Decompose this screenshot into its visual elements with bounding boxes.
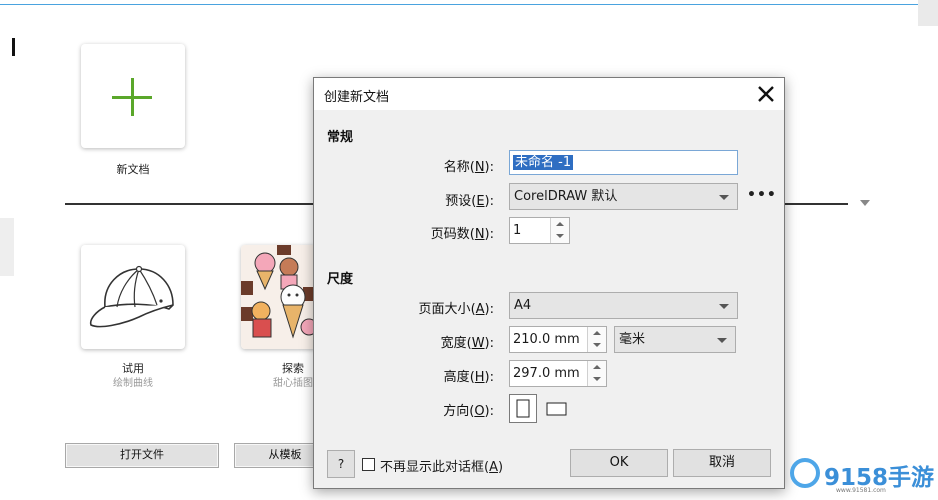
arrow-up-icon bbox=[593, 331, 601, 335]
pages-stepper[interactable]: 1 bbox=[509, 217, 570, 244]
chevron-down-icon bbox=[719, 304, 729, 309]
unit-dropdown[interactable]: 毫米 bbox=[614, 326, 736, 353]
preset-label: 预设(E): bbox=[445, 194, 494, 209]
dialog-body: 常规 名称(N): 未命名 -1 预设(E): CorelDRAW 默认 •••… bbox=[314, 110, 784, 488]
template-tile-trial[interactable] bbox=[81, 245, 185, 349]
name-value: 未命名 -1 bbox=[513, 155, 574, 170]
dont-show-checkbox[interactable] bbox=[362, 458, 375, 471]
chevron-down-icon bbox=[719, 195, 729, 200]
portrait-icon bbox=[516, 399, 530, 418]
dialog-titlebar: 创建新文档 bbox=[314, 78, 784, 110]
arrow-down-icon bbox=[593, 377, 601, 381]
arrow-up-icon bbox=[556, 222, 564, 226]
arrow-up-icon bbox=[593, 365, 601, 369]
dialog-title: 创建新文档 bbox=[324, 90, 390, 105]
help-button[interactable]: ? bbox=[327, 450, 355, 478]
name-input[interactable]: 未命名 -1 bbox=[509, 150, 738, 175]
text-cursor-mark bbox=[12, 38, 15, 56]
template-subtitle-trial: 绘制曲线 bbox=[113, 378, 153, 389]
section-divider-right bbox=[784, 203, 848, 205]
left-panel-strip bbox=[0, 218, 14, 276]
pages-spin-buttons[interactable] bbox=[550, 218, 569, 243]
landscape-icon bbox=[546, 402, 567, 416]
ice-cream-illustration-icon bbox=[241, 245, 317, 349]
height-spin-buttons[interactable] bbox=[587, 361, 606, 386]
open-file-button[interactable]: 打开文件 bbox=[65, 443, 219, 468]
top-accent-line bbox=[0, 4, 938, 5]
name-label: 名称(N): bbox=[443, 160, 494, 175]
dont-show-label[interactable]: 不再显示此对话框(A) bbox=[380, 456, 503, 475]
orientation-label: 方向(O): bbox=[443, 404, 494, 419]
page-size-dropdown[interactable]: A4 bbox=[509, 292, 738, 319]
portrait-button[interactable] bbox=[509, 394, 537, 423]
general-section-heading: 常规 bbox=[327, 130, 354, 145]
section-divider bbox=[65, 203, 315, 205]
dimension-section-heading: 尺度 bbox=[327, 272, 354, 287]
cancel-button[interactable]: 取消 bbox=[673, 449, 771, 477]
create-new-document-dialog: 创建新文档 常规 名称(N): 未命名 -1 预设(E): CorelDRAW … bbox=[313, 77, 785, 489]
width-spin-buttons[interactable] bbox=[587, 327, 606, 352]
page-size-label: 页面大小(A): bbox=[418, 302, 494, 317]
close-icon[interactable] bbox=[754, 82, 778, 106]
baseball-cap-icon bbox=[89, 265, 174, 328]
watermark-url: www.91581.com bbox=[836, 487, 886, 494]
more-options-button[interactable]: ••• bbox=[747, 187, 777, 203]
preset-dropdown[interactable]: CorelDRAW 默认 bbox=[509, 183, 738, 210]
plus-icon-bar bbox=[112, 96, 152, 99]
expand-arrow-icon[interactable] bbox=[860, 200, 870, 206]
pages-label: 页码数(N): bbox=[430, 227, 494, 242]
ok-button[interactable]: OK bbox=[570, 449, 668, 477]
chevron-down-icon bbox=[717, 338, 727, 343]
arrow-down-icon bbox=[593, 343, 601, 347]
width-stepper[interactable]: 210.0 mm bbox=[509, 326, 607, 353]
width-label: 宽度(W): bbox=[440, 336, 494, 351]
landscape-button[interactable] bbox=[542, 394, 572, 423]
watermark-logo-icon bbox=[790, 458, 820, 488]
window-edge bbox=[918, 0, 938, 26]
new-document-label: 新文档 bbox=[116, 163, 150, 176]
height-stepper[interactable]: 297.0 mm bbox=[509, 360, 607, 387]
height-label: 高度(H): bbox=[443, 370, 494, 385]
template-tile-explore[interactable] bbox=[241, 245, 317, 349]
arrow-down-icon bbox=[556, 234, 564, 238]
